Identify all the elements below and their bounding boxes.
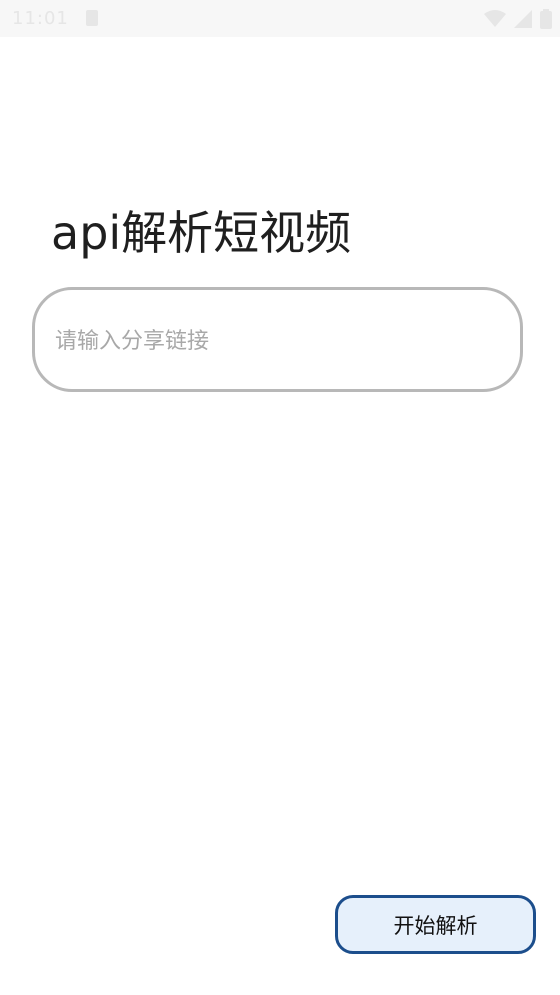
start-parse-button[interactable]: 开始解析: [335, 895, 536, 954]
sim-card-icon: [86, 10, 98, 26]
battery-icon: [540, 9, 552, 33]
status-bar: 11:01: [0, 0, 560, 37]
status-icons: [484, 9, 552, 33]
signal-icon: [514, 10, 532, 32]
page-title: api解析短视频: [51, 205, 352, 260]
wifi-icon: [484, 10, 506, 32]
status-time: 11:01: [12, 8, 69, 29]
share-link-input[interactable]: [53, 318, 497, 364]
share-link-field[interactable]: [32, 287, 523, 392]
